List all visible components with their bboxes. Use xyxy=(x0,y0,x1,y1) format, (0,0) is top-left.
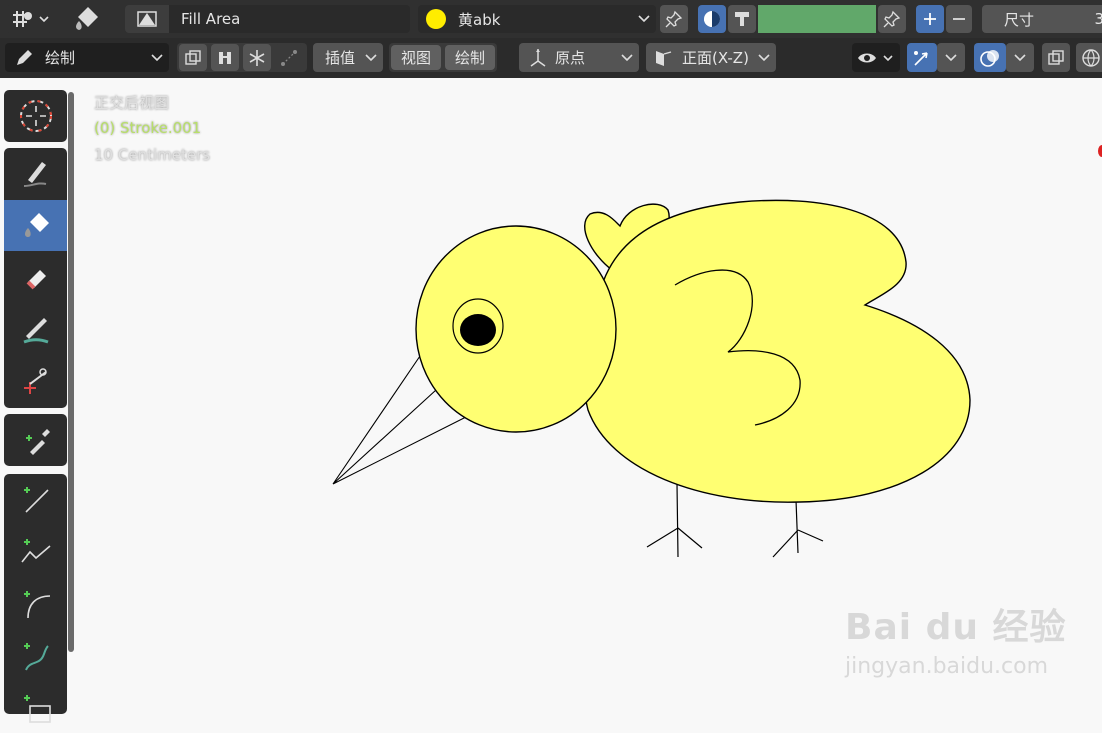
box-tool[interactable] xyxy=(4,682,67,733)
cutter-icon xyxy=(23,367,47,394)
chick-body xyxy=(583,199,971,503)
toolbar-scrollbar[interactable] xyxy=(68,92,74,652)
eraser-icon xyxy=(26,269,46,289)
pencil-draw-icon xyxy=(23,161,46,187)
watermark-brand: Bai du 经验 xyxy=(845,607,1067,648)
brush-tint-icon xyxy=(22,317,49,343)
watermark-logo: Bai du 经验 xyxy=(845,598,1067,650)
toolbar-primitives-group xyxy=(4,474,67,723)
watermark-url: jingyan.baidu.com xyxy=(845,654,1049,679)
toolbar-draw-group xyxy=(4,148,67,408)
tint-tool[interactable] xyxy=(4,304,67,355)
toolbar-eyedropper-group xyxy=(4,414,67,466)
cutter-tool[interactable] xyxy=(4,356,67,407)
line-tool[interactable] xyxy=(4,474,67,525)
toolbar-cursor-group xyxy=(4,90,67,142)
chick-pupil xyxy=(460,314,496,346)
eyedropper-tool[interactable] xyxy=(4,414,67,465)
polyline-icon xyxy=(20,538,51,562)
chick-head xyxy=(415,225,617,433)
fill-tool[interactable] xyxy=(4,200,67,251)
cursor-marker xyxy=(1098,145,1102,157)
line-icon xyxy=(23,486,49,513)
cursor-tool[interactable] xyxy=(4,90,67,141)
polyline-tool[interactable] xyxy=(4,526,67,577)
curve-tool[interactable] xyxy=(4,630,67,681)
draw-tool[interactable] xyxy=(4,148,67,199)
cursor-icon xyxy=(19,99,52,132)
eyedropper-icon xyxy=(25,428,50,455)
curve-stroke-icon xyxy=(23,642,49,670)
fill-bucket-icon xyxy=(24,212,49,237)
erase-tool[interactable] xyxy=(4,252,67,303)
arc-tool[interactable] xyxy=(4,578,67,629)
box-icon xyxy=(23,694,51,723)
arc-icon xyxy=(23,590,50,618)
